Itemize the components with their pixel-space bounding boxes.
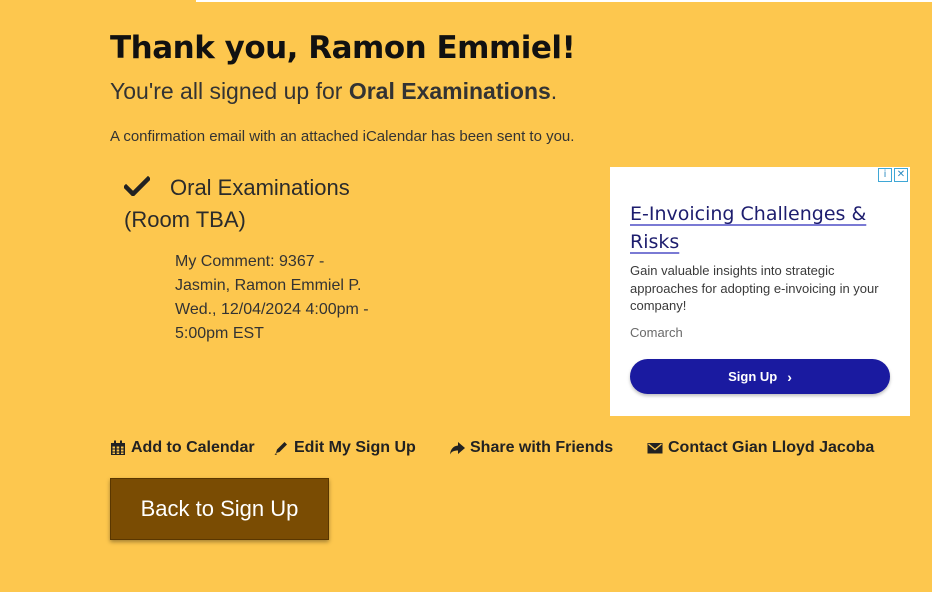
slot-details: My Comment: 9367 - Jasmin, Ramon Emmiel … bbox=[175, 250, 375, 346]
action-links: Add to Calendar Edit My Sign Up Share wi… bbox=[0, 439, 932, 461]
edit-signup-link[interactable]: Edit My Sign Up bbox=[273, 439, 416, 457]
calendar-icon bbox=[111, 440, 125, 455]
ad-description: Gain valuable insights into strategic ap… bbox=[630, 263, 879, 313]
advertisement[interactable]: i ✕ E-Invoicing Challenges & Risks Gain … bbox=[610, 167, 910, 416]
back-to-signup-button[interactable]: Back to Sign Up bbox=[110, 478, 329, 540]
ad-info-icon[interactable]: i bbox=[878, 168, 892, 182]
ad-signup-button[interactable]: Sign Up › bbox=[630, 359, 890, 394]
page-title: Thank you, Ramon Emmiel! bbox=[110, 30, 576, 66]
contact-label: Contact Gian Lloyd Jacoba bbox=[668, 439, 875, 456]
signed-up-prefix: You're all signed up for bbox=[110, 78, 349, 104]
ad-cta-label: Sign Up bbox=[728, 369, 778, 384]
share-label: Share with Friends bbox=[470, 439, 614, 456]
confirmation-header: Thank you, Ramon Emmiel! You're all sign… bbox=[110, 28, 910, 145]
signed-up-suffix: . bbox=[550, 78, 558, 104]
edit-signup-label: Edit My Sign Up bbox=[294, 439, 416, 456]
signup-slot: Oral Examinations (Room TBA) My Comment:… bbox=[124, 172, 404, 346]
ad-badges: i ✕ bbox=[878, 168, 908, 182]
top-divider bbox=[196, 0, 932, 2]
contact-organizer-link[interactable]: Contact Gian Lloyd Jacoba bbox=[647, 439, 874, 457]
add-to-calendar-link[interactable]: Add to Calendar bbox=[110, 439, 255, 457]
add-to-calendar-label: Add to Calendar bbox=[131, 439, 255, 456]
share-arrow-icon bbox=[450, 442, 465, 455]
ad-brand: Comarch bbox=[630, 325, 683, 340]
envelope-icon bbox=[647, 443, 663, 454]
pencil-icon bbox=[274, 442, 287, 455]
slot-datetime: Wed., 12/04/2024 4:00pm - 5:00pm EST bbox=[175, 301, 369, 342]
slot-comment: My Comment: 9367 - Jasmin, Ramon Emmiel … bbox=[175, 253, 362, 294]
check-icon bbox=[124, 176, 150, 196]
confirmation-message: A confirmation email with an attached iC… bbox=[110, 128, 575, 145]
ad-close-icon[interactable]: ✕ bbox=[894, 168, 908, 182]
signed-up-message: You're all signed up for Oral Examinatio… bbox=[110, 76, 910, 106]
event-name: Oral Examinations bbox=[348, 78, 551, 104]
chevron-right-icon: › bbox=[787, 368, 792, 385]
ad-title[interactable]: E-Invoicing Challenges & Risks bbox=[630, 200, 898, 256]
share-link[interactable]: Share with Friends bbox=[449, 439, 613, 457]
slot-title: Oral Examinations (Room TBA) bbox=[124, 175, 350, 232]
